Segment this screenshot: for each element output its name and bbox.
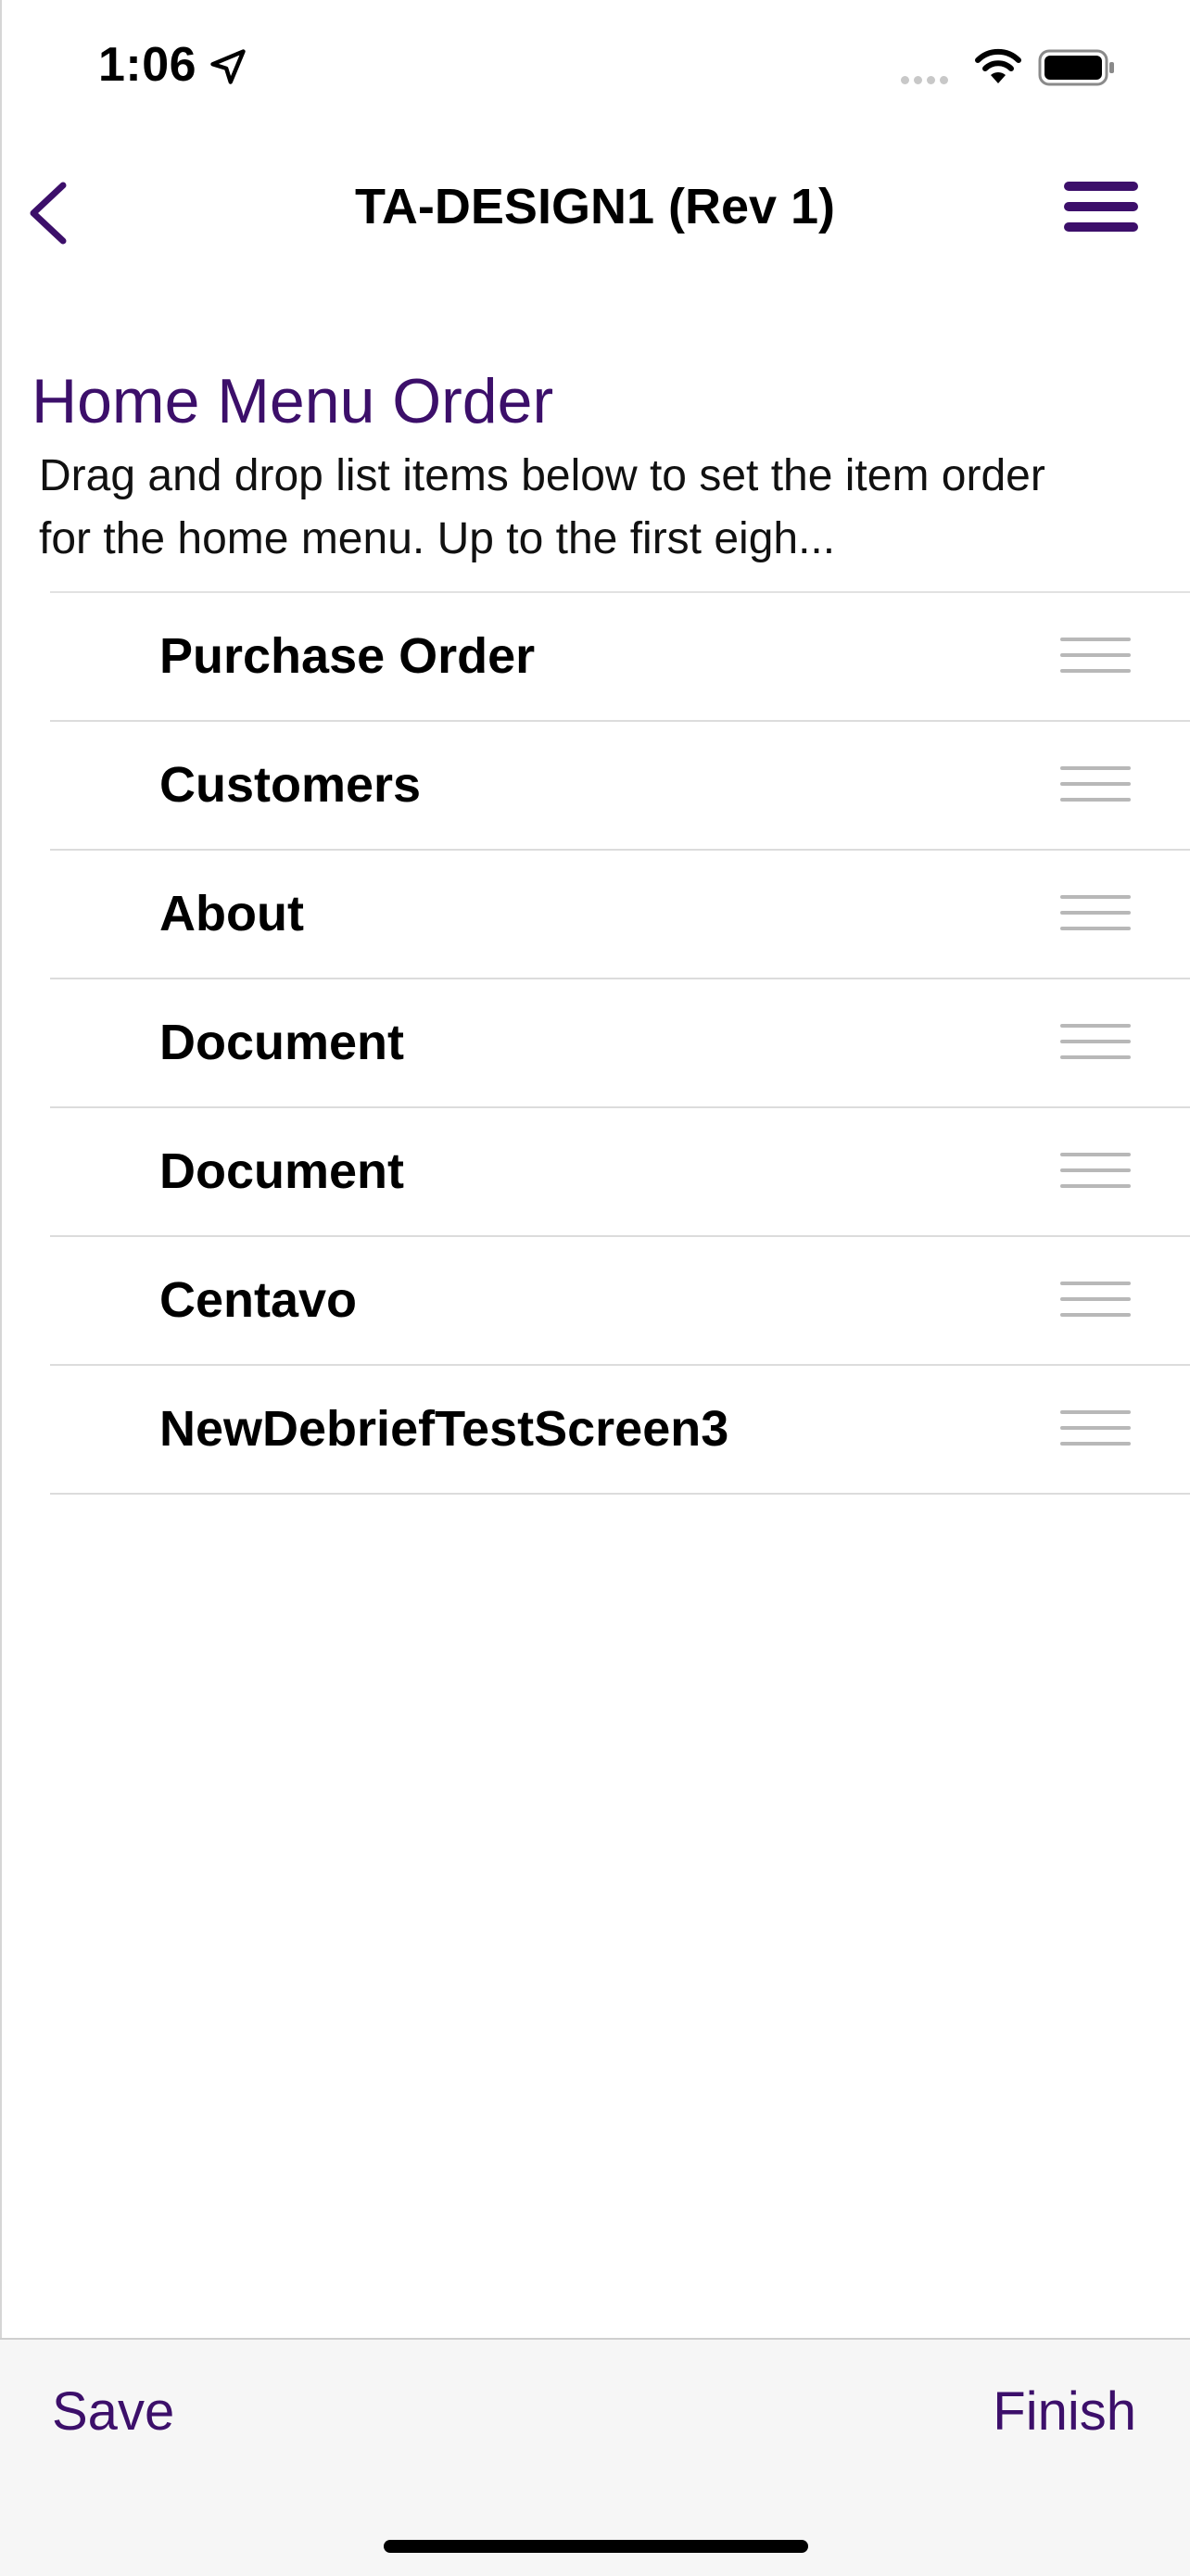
list-item-label: Document: [159, 1015, 405, 1070]
drag-handle-icon[interactable]: [1060, 1153, 1131, 1192]
cellular-signal-icon: [901, 72, 956, 85]
list-item-label: Customers: [159, 757, 422, 813]
list-item[interactable]: Document: [50, 1108, 1190, 1237]
finish-button[interactable]: Finish: [993, 2380, 1136, 2443]
list-item-label: NewDebriefTestScreen3: [159, 1401, 729, 1457]
list-item[interactable]: NewDebriefTestScreen3: [50, 1366, 1190, 1495]
drag-handle-icon[interactable]: [1060, 895, 1131, 934]
status-time: 1:06: [98, 38, 197, 92]
nav-title: TA-DESIGN1 (Rev 1): [354, 179, 836, 234]
navigation-bar: TA-DESIGN1 (Rev 1): [0, 139, 1190, 278]
wifi-icon: [975, 48, 1021, 83]
list-item[interactable]: Centavo: [50, 1237, 1190, 1366]
list-item-label: Document: [159, 1143, 405, 1199]
drag-handle-icon[interactable]: [1060, 1282, 1131, 1320]
hamburger-menu-icon[interactable]: [1064, 182, 1138, 243]
list-item-label: About: [159, 886, 304, 941]
drag-handle-icon[interactable]: [1060, 1410, 1131, 1449]
drag-handle-icon[interactable]: [1060, 638, 1131, 676]
list-item-label: Centavo: [159, 1272, 358, 1328]
drag-handle-icon[interactable]: [1060, 1024, 1131, 1063]
list-item-label: Purchase Order: [159, 628, 536, 684]
list-item[interactable]: Customers: [50, 722, 1190, 851]
list-item[interactable]: Purchase Order: [50, 593, 1190, 722]
save-button[interactable]: Save: [52, 2380, 174, 2443]
screen-edge: [0, 0, 2, 2574]
list-item[interactable]: About: [50, 851, 1190, 979]
drag-handle-icon[interactable]: [1060, 766, 1131, 805]
bottom-toolbar: Save Finish: [0, 2338, 1190, 2576]
page-description: Drag and drop list items below to set th…: [39, 451, 1045, 563]
list-item[interactable]: Document: [50, 979, 1190, 1108]
location-arrow-icon: [210, 49, 246, 84]
status-bar: 1:06: [0, 0, 1190, 139]
chevron-left-icon[interactable]: [20, 176, 76, 250]
page-title: Home Menu Order: [32, 366, 554, 436]
home-indicator[interactable]: [384, 2540, 808, 2553]
menu-order-list: Purchase Order Customers About Document …: [50, 591, 1190, 1495]
battery-icon: [1038, 49, 1114, 86]
